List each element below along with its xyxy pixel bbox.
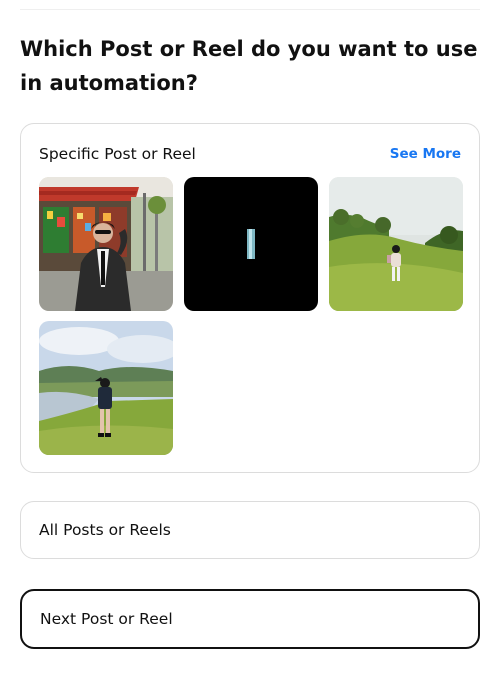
specific-post-title: Specific Post or Reel: [39, 145, 196, 163]
see-more-link[interactable]: See More: [390, 146, 461, 162]
automation-post-picker: Which Post or Reel do you want to use in…: [0, 0, 502, 673]
all-posts-option[interactable]: All Posts or Reels: [20, 501, 480, 559]
page-title: Which Post or Reel do you want to use in…: [20, 37, 478, 95]
top-divider: [20, 9, 480, 10]
post-thumbnail[interactable]: [39, 321, 173, 455]
next-post-option[interactable]: Next Post or Reel: [20, 589, 480, 649]
specific-post-header: Specific Post or Reel See More: [39, 142, 461, 166]
post-thumbnail[interactable]: [184, 177, 318, 311]
all-posts-label: All Posts or Reels: [39, 521, 171, 539]
post-thumbnail[interactable]: [39, 177, 173, 311]
next-post-label: Next Post or Reel: [40, 610, 173, 628]
specific-post-option[interactable]: Specific Post or Reel See More: [20, 123, 480, 473]
post-thumbnail[interactable]: [329, 177, 463, 311]
